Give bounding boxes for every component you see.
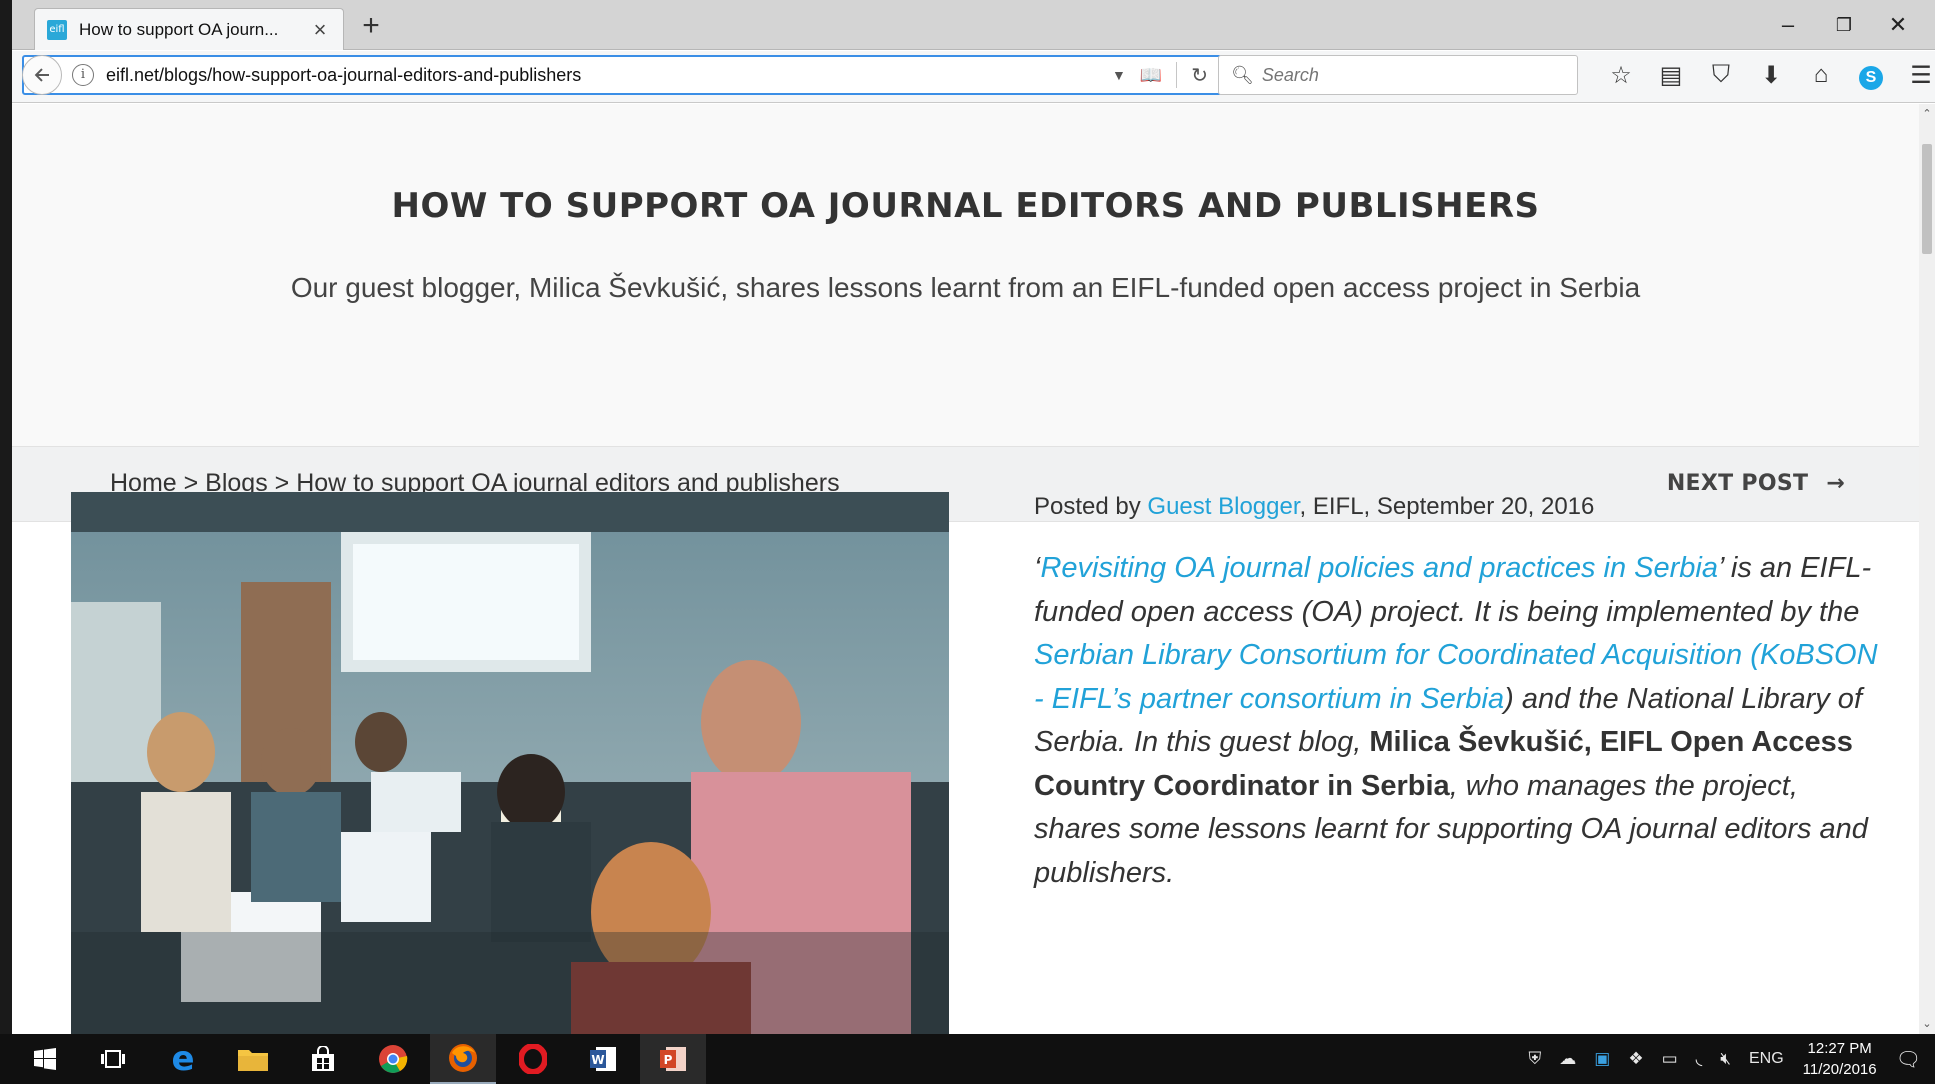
system-tray: ⛨ ☁ ▣ ❖ ▭ ◟ 🔇︎ ENG 12:27 PM 11/20/2016 🗨… (1520, 1034, 1935, 1084)
onedrive-cloud-icon[interactable]: ☁ (1559, 1049, 1576, 1069)
next-post-link[interactable]: NEXT POST → (1667, 471, 1845, 496)
reload-icon[interactable]: ↻ (1191, 63, 1208, 88)
volume-muted-icon[interactable]: 🔇︎ (1720, 1049, 1731, 1069)
posted-by-label: Posted by (1034, 493, 1148, 520)
wifi-icon[interactable]: ◟ (1696, 1049, 1703, 1069)
store-button[interactable] (290, 1034, 356, 1084)
dropbox-icon[interactable]: ❖ (1628, 1049, 1643, 1069)
start-button[interactable] (12, 1034, 78, 1084)
page-viewport: HOW TO SUPPORT OA JOURNAL EDITORS AND PU… (12, 104, 1919, 1034)
language-indicator[interactable]: ENG (1749, 1050, 1784, 1068)
folder-icon (238, 1050, 268, 1071)
close-window-button[interactable]: ✕ (1878, 8, 1918, 42)
opera-app-button[interactable] (500, 1034, 566, 1084)
workshop-photo-illustration (71, 492, 949, 1034)
hamburger-menu-icon[interactable]: ☰ (1896, 61, 1935, 90)
url-separator (1176, 62, 1178, 88)
minimize-button[interactable]: – (1768, 8, 1808, 42)
hero-section: HOW TO SUPPORT OA JOURNAL EDITORS AND PU… (12, 104, 1919, 446)
windows-taskbar: e W P ⛨ ☁ ▣ ❖ ▭ ◟ 🔇︎ ENG 12:27 PM 11/20/… (0, 1034, 1935, 1084)
defender-shield-icon[interactable]: ⛨ (1529, 1049, 1542, 1069)
chrome-icon (379, 1045, 408, 1073)
downloads-icon[interactable]: ⬇ (1746, 61, 1796, 90)
page-title: HOW TO SUPPORT OA JOURNAL EDITORS AND PU… (391, 186, 1540, 226)
eifl-favicon-icon: eifl (47, 19, 67, 40)
powerpoint-icon: P (660, 1047, 686, 1071)
battery-icon[interactable]: ▭ (1662, 1049, 1678, 1069)
opera-icon (519, 1044, 547, 1074)
tab-title: How to support OA journ... (79, 19, 279, 39)
clock-time: 12:27 PM (1807, 1040, 1872, 1057)
word-icon: W (590, 1047, 616, 1071)
workshop-photo (71, 492, 949, 1034)
window-edge (0, 0, 12, 1084)
restore-button[interactable]: ❐ (1824, 8, 1864, 42)
app-tray-icon[interactable]: ▣ (1594, 1049, 1610, 1069)
search-input[interactable] (1261, 64, 1562, 86)
search-icon: 🔍︎ (1231, 64, 1254, 85)
task-view-button[interactable] (80, 1034, 146, 1084)
post-meta: Posted by Guest Blogger, EIFL, September… (1034, 493, 1594, 521)
post-intro: ‘Revisiting OA journal policies and prac… (1034, 547, 1884, 895)
vertical-scrollbar[interactable]: ⌃ ⌄ (1919, 104, 1935, 1034)
back-arrow-icon (34, 68, 49, 82)
back-button[interactable] (22, 55, 62, 95)
toolbar: ☆ ▤ ⛉ ⬇ ⌂ S ☰ (1596, 55, 1935, 95)
search-bar[interactable]: 🔍︎ (1218, 55, 1578, 95)
post-date: , EIFL, September 20, 2016 (1299, 493, 1595, 520)
author-link[interactable]: Guest Blogger (1147, 493, 1299, 520)
chrome-app-button[interactable] (360, 1034, 426, 1084)
edge-icon: e (171, 1039, 195, 1079)
bookmark-star-icon[interactable]: ☆ (1596, 61, 1646, 90)
tab-bar: eifl How to support OA journ... × + – ❐ … (12, 0, 1935, 50)
url-text[interactable]: eifl.net/blogs/how-support-oa-journal-ed… (106, 65, 1112, 86)
tab-close-icon[interactable]: × (309, 17, 331, 43)
word-app-button[interactable]: W (570, 1034, 636, 1084)
next-post-label: NEXT POST (1666, 471, 1809, 496)
arrow-right-icon: → (1826, 471, 1845, 496)
edge-app-button[interactable]: e (150, 1034, 216, 1084)
clock[interactable]: 12:27 PM 11/20/2016 (1803, 1038, 1877, 1080)
project-link[interactable]: Revisiting OA journal policies and pract… (1040, 552, 1718, 584)
scroll-up-icon[interactable]: ⌃ (1919, 106, 1935, 122)
powerpoint-app-button[interactable]: P (640, 1034, 706, 1084)
store-bag-icon (312, 1046, 334, 1071)
pocket-icon[interactable]: ⛉ (1696, 61, 1746, 89)
url-bar[interactable]: i eifl.net/blogs/how-support-oa-journal-… (22, 55, 1222, 95)
svg-text:W: W (591, 1053, 604, 1067)
navigation-bar: i eifl.net/blogs/how-support-oa-journal-… (12, 51, 1935, 103)
clock-date: 11/20/2016 (1802, 1061, 1877, 1078)
scroll-thumb[interactable] (1922, 144, 1932, 254)
skype-icon[interactable]: S (1846, 61, 1896, 90)
page-subtitle: Our guest blogger, Milica Ševkušić, shar… (290, 272, 1641, 303)
reader-view-icon[interactable]: 📖 (1140, 65, 1162, 86)
svg-text:P: P (664, 1053, 673, 1067)
new-tab-button[interactable]: + (354, 10, 388, 44)
scroll-down-icon[interactable]: ⌄ (1919, 1016, 1935, 1032)
browser-tab[interactable]: eifl How to support OA journ... × (34, 8, 344, 50)
firefox-app-button[interactable] (430, 1034, 496, 1084)
firefox-icon (449, 1044, 477, 1072)
task-view-icon (101, 1050, 125, 1068)
site-info-icon[interactable]: i (72, 64, 94, 86)
dropdown-arrow-icon[interactable]: ▼ (1112, 67, 1126, 83)
bookmarks-menu-icon[interactable]: ▤ (1646, 61, 1696, 90)
notifications-icon[interactable]: 🗨︎ (1896, 1047, 1921, 1072)
file-explorer-button[interactable] (220, 1034, 286, 1084)
windows-logo-icon (34, 1048, 56, 1070)
home-icon[interactable]: ⌂ (1796, 61, 1846, 89)
